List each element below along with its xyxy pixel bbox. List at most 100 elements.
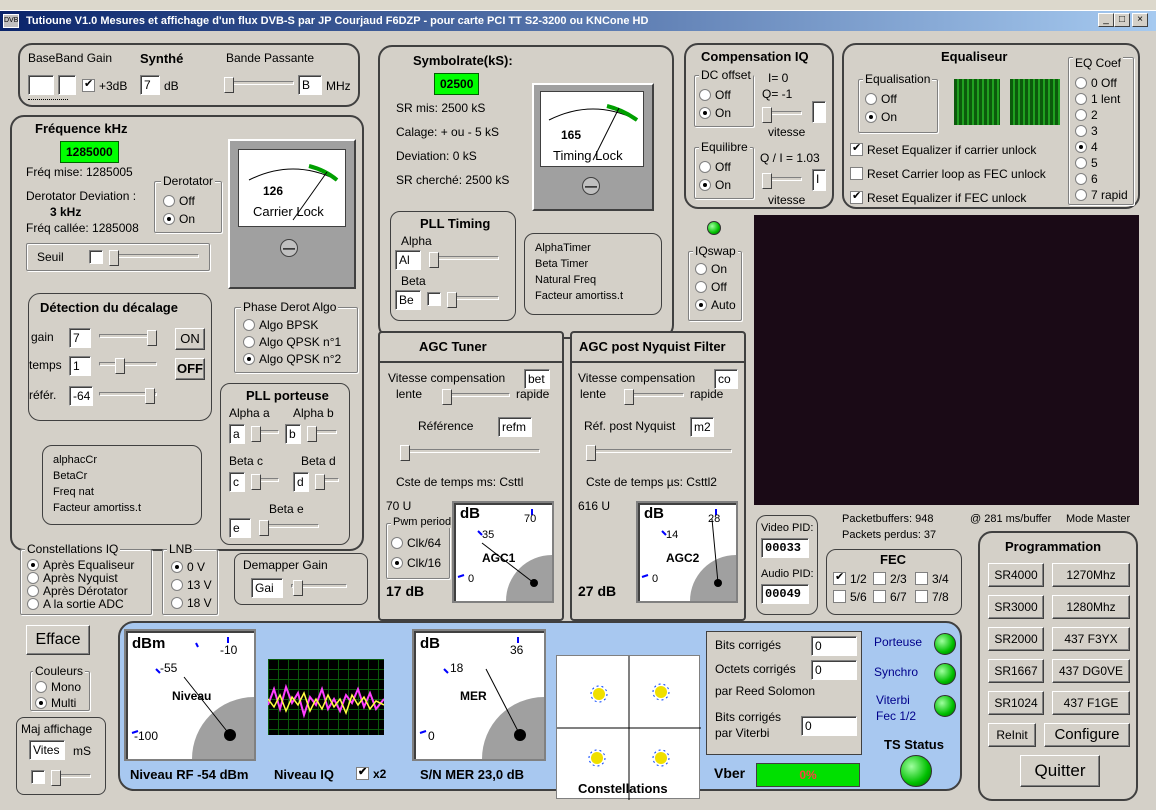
configure-button[interactable]: Configure — [1044, 723, 1130, 747]
alpha-a-input[interactable]: a — [229, 424, 245, 444]
beta-e-slider[interactable] — [259, 520, 319, 536]
sr3000-button[interactable]: SR3000 — [988, 595, 1044, 619]
reinit-button[interactable]: ReInit — [988, 723, 1036, 747]
dc-offset-slider[interactable] — [762, 107, 802, 123]
dc-offset-off-radio[interactable]: Off — [699, 88, 731, 102]
detection-on-button[interactable]: ON — [175, 328, 205, 350]
eq-coef-0-radio[interactable]: 0 Off — [1075, 76, 1117, 90]
reset-carrier-fec-checkbox[interactable]: Reset Carrier loop as FEC unlock — [850, 167, 1046, 181]
derotator-off-radio[interactable]: Off — [163, 194, 195, 208]
algo-qpsk2-radio[interactable]: Algo QPSK n°2 — [243, 352, 341, 366]
437-dg0ve-button[interactable]: 437 DG0VE — [1052, 659, 1130, 683]
eq-coef-6-radio[interactable]: 6 — [1075, 172, 1098, 186]
x2-checkbox[interactable]: x2 — [356, 765, 386, 781]
audio-pid-input[interactable]: 00049 — [761, 584, 809, 604]
437-f1ge-button[interactable]: 437 F1GE — [1052, 691, 1130, 715]
beta-d-slider[interactable] — [315, 474, 339, 490]
refer-slider[interactable] — [99, 388, 157, 404]
temps-input[interactable]: 1 — [69, 356, 91, 376]
maximize-button[interactable]: □ — [1114, 13, 1130, 27]
synthe-db-input[interactable]: 7 — [140, 75, 160, 95]
reset-eq-fec-checkbox[interactable]: Reset Equalizer if FEC unlock — [850, 189, 1026, 205]
eq-coef-3-radio[interactable]: 3 — [1075, 124, 1098, 138]
beta-c-slider[interactable] — [251, 474, 279, 490]
seuil-input[interactable] — [89, 250, 103, 264]
sortie-adc-radio[interactable]: A la sortie ADC — [27, 597, 124, 611]
agc-reference-input[interactable]: refm — [498, 417, 532, 437]
alpha-b-slider[interactable] — [307, 426, 337, 442]
derotator-on-radio[interactable]: On — [163, 212, 195, 226]
apres-nyquist-radio[interactable]: Après Nyquist — [27, 571, 118, 585]
apres-equaliseur-radio[interactable]: Après Equaliseur — [27, 558, 134, 572]
dc-offset-box[interactable] — [812, 101, 826, 123]
close-button[interactable]: × — [1132, 13, 1148, 27]
alpha-input[interactable]: Al — [395, 250, 421, 270]
quitter-button[interactable]: Quitter — [1020, 755, 1100, 787]
equilibre-slider[interactable] — [762, 173, 802, 189]
eq-coef-1-radio[interactable]: 1 lent — [1075, 92, 1120, 106]
equilibre-off-radio[interactable]: Off — [699, 160, 731, 174]
sr2000-button[interactable]: SR2000 — [988, 627, 1044, 651]
dvb-icon[interactable]: DVB — [3, 14, 19, 28]
lnb-0v-radio[interactable]: 0 V — [171, 560, 205, 574]
fec-3-4-checkbox[interactable]: 3/4 — [915, 572, 949, 586]
nyq-vitesse-slider[interactable] — [624, 389, 684, 405]
iqswap-off-radio[interactable]: Off — [695, 280, 727, 294]
nyq-vitesse-input[interactable]: co — [714, 369, 738, 389]
lnb-13v-radio[interactable]: 13 V — [171, 578, 212, 592]
baseband-gain-input-2[interactable] — [58, 75, 76, 95]
multi-radio[interactable]: Multi — [35, 696, 76, 710]
fec-6-7-checkbox[interactable]: 6/7 — [873, 590, 907, 604]
bande-passante-slider[interactable] — [224, 77, 294, 93]
beta-input[interactable]: Be — [395, 290, 421, 310]
nyq-ref-slider[interactable] — [586, 445, 732, 461]
alpha-b-input[interactable]: b — [285, 424, 301, 444]
mono-radio[interactable]: Mono — [35, 680, 81, 694]
algo-bpsk-radio[interactable]: Algo BPSK — [243, 318, 318, 332]
seuil-slider[interactable] — [109, 250, 199, 266]
fec-7-8-checkbox[interactable]: 7/8 — [915, 590, 949, 604]
bande-passante-input[interactable]: B — [298, 75, 322, 95]
baseband-gain-input[interactable] — [28, 75, 54, 95]
demapper-slider[interactable] — [291, 580, 347, 596]
lnb-18v-radio[interactable]: 18 V — [171, 596, 212, 610]
nyq-ref-input[interactable]: m2 — [690, 417, 714, 437]
plus3db-checkbox[interactable]: +3dB — [82, 77, 127, 93]
fec-1-2-checkbox[interactable]: 1/2 — [833, 570, 867, 586]
title-bar[interactable]: Tutioune V1.0 Mesures et affichage d'un … — [0, 11, 1156, 31]
alpha-a-slider[interactable] — [251, 426, 279, 442]
agc-vitesse-slider[interactable] — [442, 389, 510, 405]
equalisation-on-radio[interactable]: On — [865, 110, 897, 124]
agc-reference-slider[interactable] — [400, 445, 540, 461]
fec-2-3-checkbox[interactable]: 2/3 — [873, 572, 907, 586]
1270mhz-button[interactable]: 1270Mhz — [1052, 563, 1130, 587]
video-pid-input[interactable]: 00033 — [761, 538, 809, 558]
eq-coef-2-radio[interactable]: 2 — [1075, 108, 1098, 122]
maj-slider[interactable] — [51, 770, 91, 786]
refer-input[interactable]: -64 — [69, 386, 93, 406]
beta-c-input[interactable]: c — [229, 472, 245, 492]
maj-box[interactable] — [31, 770, 45, 784]
algo-qpsk1-radio[interactable]: Algo QPSK n°1 — [243, 335, 341, 349]
eq-coef-7-radio[interactable]: 7 rapid — [1075, 188, 1135, 202]
eq-coef-5-radio[interactable]: 5 — [1075, 156, 1098, 170]
minimize-button[interactable]: _ — [1098, 13, 1114, 27]
equilibre-box[interactable]: I — [812, 169, 826, 191]
beta-e-input[interactable]: e — [229, 518, 251, 538]
437-f3yx-button[interactable]: 437 F3YX — [1052, 627, 1130, 651]
temps-slider[interactable] — [99, 358, 157, 374]
agc-vitesse-input[interactable]: bet — [524, 369, 550, 389]
iqswap-on-radio[interactable]: On — [695, 262, 727, 276]
sr4000-button[interactable]: SR4000 — [988, 563, 1044, 587]
1280mhz-button[interactable]: 1280Mhz — [1052, 595, 1130, 619]
demapper-input[interactable]: Gai — [251, 578, 283, 598]
sr1667-button[interactable]: SR1667 — [988, 659, 1044, 683]
detection-off-button[interactable]: OFF — [175, 358, 205, 380]
reset-eq-carrier-checkbox[interactable]: Reset Equalizer if carrier unlock — [850, 141, 1036, 157]
clk16-radio[interactable]: Clk/16 — [391, 556, 441, 570]
beta-slider[interactable] — [447, 292, 499, 308]
equilibre-on-radio[interactable]: On — [699, 178, 731, 192]
alpha-slider[interactable] — [429, 252, 499, 268]
efface-button[interactable]: Efface — [26, 625, 90, 655]
maj-vitesse-input[interactable]: Vites — [29, 740, 65, 760]
